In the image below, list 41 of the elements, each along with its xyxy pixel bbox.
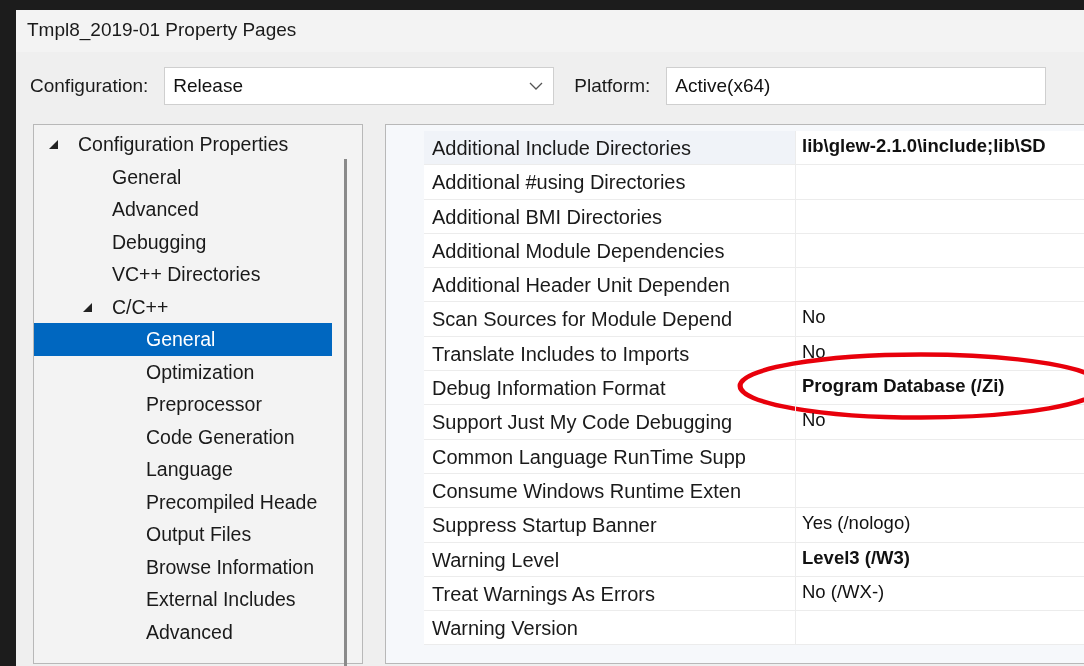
platform-label: Platform: <box>574 75 651 97</box>
tree-item[interactable]: External Includes <box>34 583 332 616</box>
tree-item[interactable]: Browse Information <box>34 550 332 583</box>
configuration-dropdown[interactable]: Release <box>164 67 555 105</box>
property-value: Program Database (/Zi) <box>802 375 1005 397</box>
property-name[interactable]: Treat Warnings As Errors <box>424 576 795 611</box>
property-name[interactable]: Debug Information Format <box>424 371 795 405</box>
tree-item[interactable]: Configuration Properties <box>34 128 332 161</box>
tree-item[interactable]: Advanced <box>34 615 332 648</box>
property-name[interactable]: Support Just My Code Debugging <box>424 405 795 439</box>
expanded-triangle-icon[interactable] <box>82 301 93 313</box>
property-value: No <box>802 306 826 328</box>
property-name[interactable]: Translate Includes to Imports <box>424 336 795 371</box>
property-value: Level3 (/W3) <box>802 546 910 568</box>
tree-item[interactable]: VC++ Directories <box>34 258 332 291</box>
property-name[interactable]: Additional Include Directories <box>424 131 795 165</box>
tree-item[interactable]: Debugging <box>34 225 332 258</box>
tree-item[interactable]: Optimization <box>34 355 332 388</box>
chevron-down-icon <box>529 82 544 90</box>
property-value: lib\glew-2.1.0\include;lib\SD <box>802 135 1046 156</box>
tree-item[interactable]: Advanced <box>34 193 332 226</box>
tree-item[interactable]: Preprocessor <box>34 388 332 421</box>
expanded-triangle-icon[interactable] <box>48 139 59 150</box>
tree-item[interactable]: Output Files <box>34 518 332 551</box>
property-name[interactable]: Warning Level <box>424 542 795 576</box>
scrollbar[interactable] <box>344 159 347 666</box>
configuration-label: Configuration: <box>30 75 149 97</box>
tree-item[interactable]: C/C++ <box>34 290 332 323</box>
property-value: No (/WX-) <box>802 580 885 602</box>
property-name[interactable]: Scan Sources for Module Depend <box>424 302 795 336</box>
tree-item[interactable]: Code Generation <box>34 420 332 453</box>
tree-item[interactable]: General <box>34 160 332 193</box>
tree-item[interactable]: Language <box>34 453 332 486</box>
property-value: No <box>802 409 826 431</box>
property-name[interactable]: Suppress Startup Banner <box>424 508 795 542</box>
property-value: Yes (/nologo) <box>802 512 911 534</box>
property-value: No <box>802 340 826 362</box>
platform-dropdown[interactable]: Active(x64) <box>666 67 1047 105</box>
window-title: Tmpl8_2019-01 Property Pages <box>16 10 1084 52</box>
tree-item[interactable]: Precompiled Heade <box>34 485 332 518</box>
tree-item[interactable]: General <box>34 323 332 356</box>
